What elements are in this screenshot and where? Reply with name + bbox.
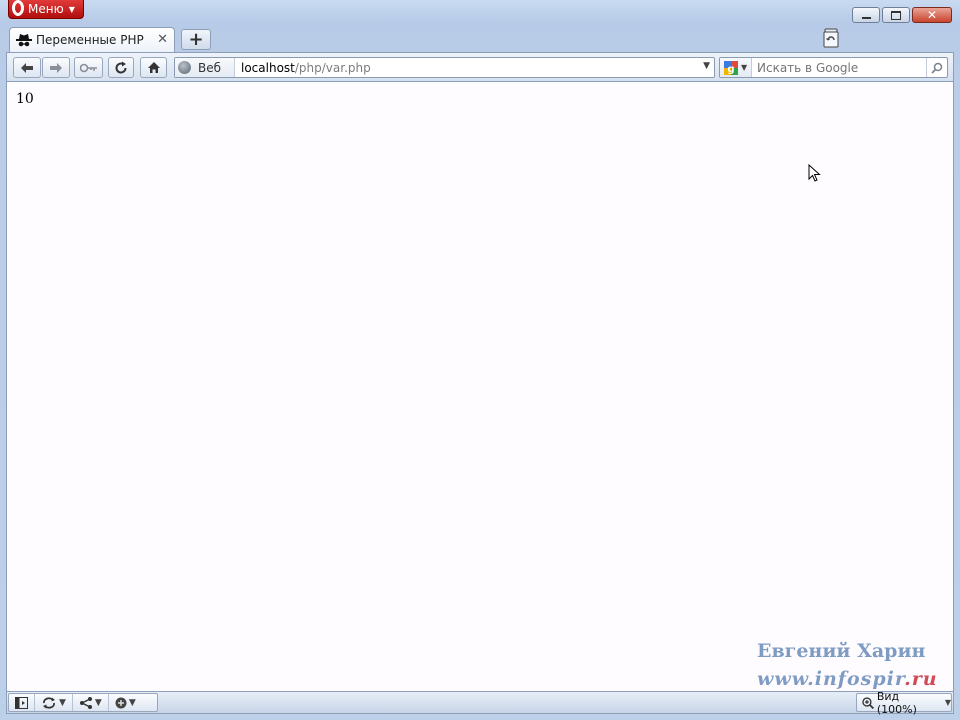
reload-button[interactable] — [108, 57, 134, 78]
sync-chevron-icon: ▼ — [59, 697, 66, 708]
sync-button[interactable]: ▼ — [35, 694, 73, 711]
zoom-control[interactable]: Вид (100%) ▼ — [856, 690, 952, 716]
search-icon — [931, 62, 943, 74]
home-icon — [147, 62, 160, 73]
tab-close-icon[interactable]: ✕ — [157, 32, 168, 47]
svg-text:g: g — [727, 64, 734, 75]
watermark-site-main: www.infospir — [757, 668, 905, 690]
tab-title: Переменные PHP — [36, 33, 144, 47]
zoom-label: Вид (100%) — [876, 689, 917, 716]
url-host: localhost — [241, 60, 295, 75]
status-toolbar-group: ▼ ▼ ▼ — [8, 693, 158, 712]
key-icon — [79, 63, 97, 72]
opera-logo-icon — [12, 0, 24, 16]
url-text[interactable]: localhost/php/var.php — [235, 61, 371, 75]
close-icon: ✕ — [926, 8, 938, 22]
maximize-icon — [891, 10, 901, 20]
page-output-text: 10 — [16, 91, 34, 107]
search-engine-chevron-icon: ▼ — [741, 63, 748, 72]
reload-icon — [115, 61, 127, 74]
close-window-button[interactable]: ✕ — [912, 7, 952, 23]
menu-label: Меню — [28, 2, 64, 16]
browser-window: Меню ▼ ✕ Переменные PHP ✕ + Веб localhos… — [0, 0, 960, 720]
private-spy-icon — [16, 34, 32, 47]
window-controls: ✕ — [852, 7, 952, 23]
plus-icon: + — [188, 29, 204, 50]
panel-toggle-icon — [15, 696, 28, 709]
search-engine-selector[interactable]: g ▼ — [720, 58, 752, 77]
share-nodes-icon — [79, 696, 92, 709]
maximize-button[interactable] — [882, 7, 910, 23]
turbo-chevron-icon: ▼ — [128, 697, 136, 708]
unite-chevron-icon: ▼ — [94, 697, 102, 708]
new-tab-button[interactable]: + — [181, 29, 211, 50]
turbo-button[interactable]: ▼ — [109, 694, 142, 711]
address-badge-label: Веб — [198, 60, 222, 75]
google-logo-icon: g — [724, 60, 738, 75]
chevron-down-icon: ▼ — [68, 4, 75, 14]
status-bar: ▼ ▼ ▼ Вид (100%) ▼ — [6, 690, 954, 716]
search-button[interactable] — [926, 58, 947, 77]
address-security-badge[interactable]: Веб — [175, 58, 235, 77]
mouse-cursor-icon — [808, 164, 821, 182]
page-viewport: 10 Евгений Харин www.infospir.ru — [6, 82, 954, 691]
sync-icon — [43, 696, 55, 709]
unite-button[interactable]: ▼ — [73, 694, 109, 711]
forward-button[interactable] — [42, 57, 70, 78]
zoom-chevron-icon: ▼ — [944, 698, 951, 707]
navigation-toolbar: Веб localhost/php/var.php ▼ g ▼ — [6, 52, 954, 82]
minimize-button[interactable] — [852, 7, 880, 23]
opera-menu-button[interactable]: Меню ▼ — [8, 0, 84, 19]
turbo-icon — [115, 697, 127, 708]
home-button[interactable] — [140, 57, 167, 78]
trash-can-icon[interactable] — [822, 28, 840, 48]
arrow-left-icon — [21, 62, 33, 73]
search-input[interactable] — [752, 59, 919, 76]
author-watermark: Евгений Харин www.infospir.ru — [757, 637, 938, 693]
minimize-icon — [861, 17, 871, 19]
arrow-right-icon — [50, 62, 62, 73]
zoom-icon — [862, 696, 874, 709]
panel-toggle-button[interactable] — [9, 694, 35, 711]
search-box[interactable]: g ▼ — [719, 57, 948, 78]
tab-active[interactable]: Переменные PHP ✕ — [9, 27, 175, 52]
watermark-site-tld: .ru — [904, 668, 938, 690]
address-bar[interactable]: Веб localhost/php/var.php ▼ — [174, 57, 715, 78]
back-button[interactable] — [13, 57, 41, 78]
globe-icon — [178, 61, 191, 74]
url-path: /php/var.php — [294, 60, 371, 75]
watermark-author: Евгений Харин — [757, 640, 926, 662]
address-dropdown-icon[interactable]: ▼ — [703, 61, 710, 71]
key-button[interactable] — [74, 57, 103, 78]
